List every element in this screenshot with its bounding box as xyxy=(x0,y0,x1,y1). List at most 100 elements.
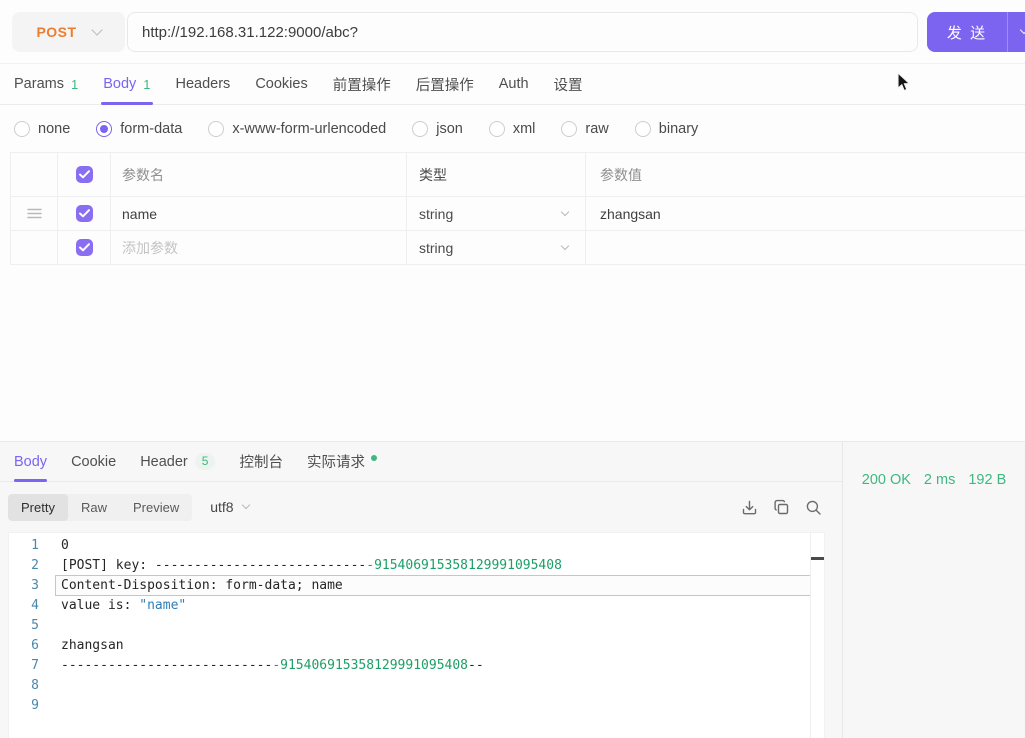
line-number: 9 xyxy=(31,698,39,713)
request-tab-Body[interactable]: Body 1 xyxy=(101,64,153,105)
body-type-x-www-form-urlencoded[interactable]: x-www-form-urlencoded xyxy=(208,121,386,137)
view-mode-pretty[interactable]: Pretty xyxy=(8,493,68,521)
code-line: 2 [POST] key: ---------------------------… xyxy=(9,556,824,576)
code-token: -- xyxy=(468,658,484,673)
request-tab-Cookies[interactable]: Cookies xyxy=(255,64,307,104)
send-options-caret[interactable] xyxy=(1008,25,1025,35)
response-tab-Cookie[interactable]: Cookie xyxy=(71,442,116,481)
code-token: -915406915358129991095408 xyxy=(366,558,562,573)
tab-count-badge: 1 xyxy=(70,76,79,92)
status-size: 192 B xyxy=(968,472,1007,488)
request-tab-Headers[interactable]: Headers xyxy=(176,64,231,104)
send-button[interactable]: 发 送 xyxy=(927,12,1025,52)
search-icon[interactable] xyxy=(805,499,822,516)
radio-icon xyxy=(634,121,651,137)
param-type-select[interactable]: string xyxy=(407,197,586,230)
download-icon[interactable] xyxy=(741,499,758,516)
body-type-json[interactable]: json xyxy=(412,121,463,137)
response-tab-控制台[interactable]: 控制台 xyxy=(239,442,283,481)
view-mode-preview[interactable]: Preview xyxy=(120,494,192,521)
select-all-checkbox[interactable] xyxy=(75,166,93,183)
request-tab-label: 前置操作 xyxy=(332,77,391,94)
response-tab-Body[interactable]: Body xyxy=(14,442,48,482)
param-type-select[interactable]: string xyxy=(407,231,586,264)
body-type-xml[interactable]: xml xyxy=(488,121,535,137)
view-mode-raw[interactable]: Raw xyxy=(68,494,120,521)
response-body-panel: Body Cookie Header 5 控制台 实际请求 Pretty Raw Previe… xyxy=(0,442,843,738)
code-line: 3 Content-Disposition: form-data; name xyxy=(9,575,824,596)
radio-icon xyxy=(488,121,505,137)
request-tab-设置[interactable]: 设置 xyxy=(554,64,583,104)
select-chevron-icon xyxy=(560,207,570,216)
body-type-form-data[interactable]: form-data xyxy=(96,121,182,137)
column-header-value: 参数值 xyxy=(600,166,642,183)
param-name-input[interactable]: 添加参数 xyxy=(111,231,407,264)
column-header-name: 参数名 xyxy=(111,153,407,196)
request-tab-后置操作[interactable]: 后置操作 xyxy=(416,64,474,104)
code-line: 5 xyxy=(9,616,824,636)
code-token: value is: xyxy=(61,598,140,613)
code-token: zhangsan xyxy=(61,638,124,653)
check-cell xyxy=(58,231,111,264)
line-number: 7 xyxy=(31,658,39,673)
response-meta-panel: 200 OK 2 ms 192 B xyxy=(843,442,1025,738)
body-type-options: none form-data x-www-form-urlencoded json xm… xyxy=(0,106,1025,152)
code-token: [POST] key: --------------------------- xyxy=(61,558,367,573)
editor-scroll-marker xyxy=(811,557,824,560)
param-value-input[interactable]: zhangsan xyxy=(586,197,1025,230)
code-text: [POST] key: ----------------------------… xyxy=(61,556,562,576)
editor-scrollbar-track[interactable] xyxy=(810,533,824,738)
request-tab-Auth[interactable]: Auth xyxy=(499,64,529,104)
body-type-label: json xyxy=(436,121,463,137)
request-tab-label: 后置操作 xyxy=(415,77,474,94)
response-tabs: Body Cookie Header 5 控制台 实际请求 xyxy=(0,442,842,482)
response-tab-label: 控制台 xyxy=(239,455,283,471)
response-code-editor[interactable]: 1 0 2 [POST] key: -------------------------… xyxy=(8,532,825,738)
check-cell xyxy=(58,197,111,230)
method-select[interactable]: POST xyxy=(12,12,125,52)
request-tabs: Params 1 Body 1 Headers Cookies 前置操作 后置操作 Auth 设置 xyxy=(0,63,1025,105)
radio-icon xyxy=(412,121,429,137)
request-tab-label: Cookies xyxy=(255,76,308,92)
code-token: Content-Disposition: form-data; name xyxy=(61,578,343,593)
request-bar: POST 发 送 xyxy=(12,12,1025,52)
params-table: 参数名 类型 参数值 name string zhangsan 添加参数 string xyxy=(10,152,1025,265)
radio-icon xyxy=(561,121,578,137)
body-type-binary[interactable]: binary xyxy=(634,121,699,137)
encoding-select[interactable]: utf8 xyxy=(210,499,250,515)
param-name-input[interactable]: name xyxy=(111,197,407,230)
body-type-label: binary xyxy=(658,121,699,137)
copy-icon[interactable] xyxy=(773,499,790,516)
method-label: POST xyxy=(36,24,77,40)
request-tab-Params[interactable]: Params 1 xyxy=(14,64,78,104)
url-input[interactable] xyxy=(127,12,918,52)
param-enabled-checkbox[interactable] xyxy=(75,239,93,256)
mouse-cursor-icon xyxy=(896,71,913,98)
param-value-input[interactable] xyxy=(586,231,1025,264)
line-number: 4 xyxy=(31,598,39,613)
response-tab-实际请求[interactable]: 实际请求 xyxy=(307,442,377,481)
param-enabled-checkbox[interactable] xyxy=(75,205,93,222)
line-number: 6 xyxy=(31,638,39,653)
request-tab-label: Auth xyxy=(498,76,529,92)
drag-cell xyxy=(11,197,58,230)
code-line: 8 xyxy=(9,676,824,696)
encoding-label: utf8 xyxy=(210,499,234,515)
code-token: "name" xyxy=(139,598,187,613)
select-chevron-icon xyxy=(560,241,570,250)
body-type-none[interactable]: none xyxy=(14,121,70,137)
response-tab-Header[interactable]: Header 5 xyxy=(140,442,216,481)
column-header-type: 类型 xyxy=(407,153,586,196)
code-token: -915406915358129991095408 xyxy=(272,658,468,673)
body-type-label: none xyxy=(38,121,71,137)
request-tab-label: Headers xyxy=(175,76,231,92)
response-actions xyxy=(741,482,822,532)
code-text: 0 xyxy=(61,536,69,556)
drag-handle-icon[interactable] xyxy=(26,206,42,222)
code-line: 6 zhangsan xyxy=(9,636,824,656)
param-type-value: string xyxy=(419,239,454,256)
body-type-raw[interactable]: raw xyxy=(561,121,609,137)
params-table-header: 参数名 类型 参数值 xyxy=(11,153,1025,197)
request-tab-前置操作[interactable]: 前置操作 xyxy=(333,64,391,104)
response-tab-label: 实际请求 xyxy=(306,455,365,471)
